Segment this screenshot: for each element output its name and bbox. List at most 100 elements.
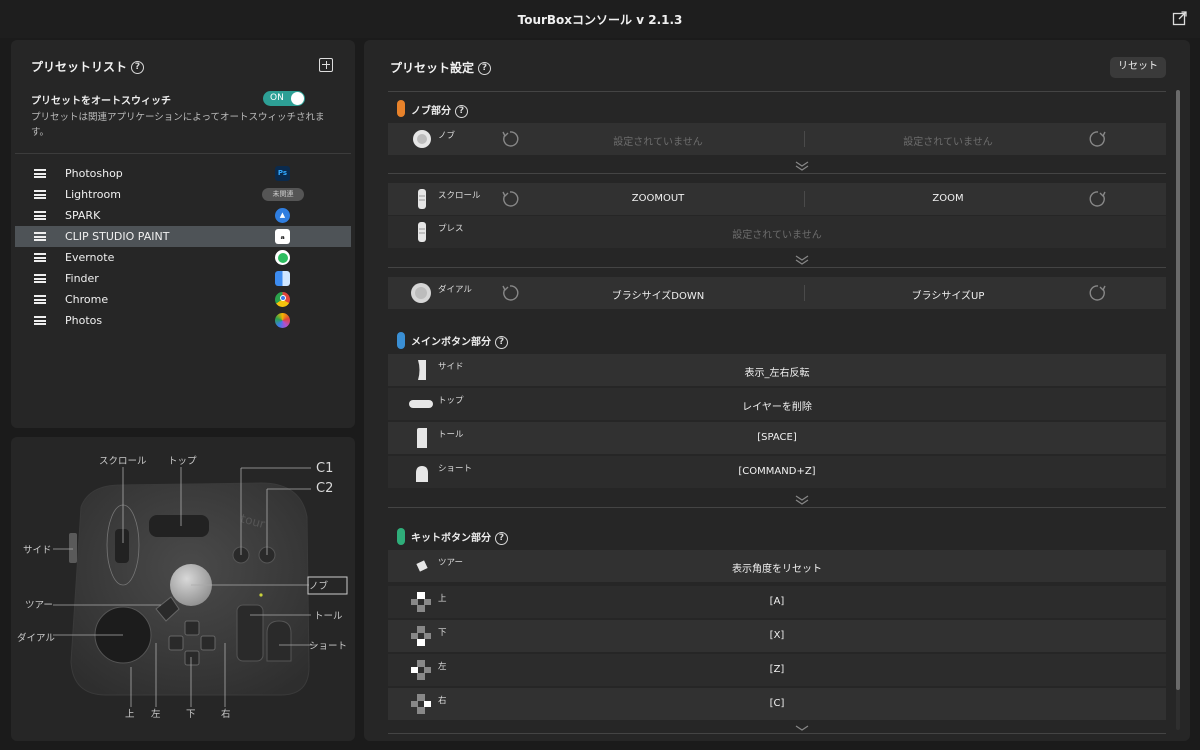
dial-right-action[interactable]: ブラシサイズUP [828, 287, 1068, 302]
tour-button-row[interactable]: ツアー 表示角度をリセット [388, 550, 1166, 582]
rotate-cw-icon [1089, 131, 1106, 147]
drag-handle-icon[interactable] [34, 211, 46, 220]
drag-handle-icon[interactable] [34, 295, 46, 304]
side-button-row[interactable]: サイド 表示_左右反転 [388, 354, 1166, 386]
preset-row-photos[interactable]: Photos [15, 310, 351, 331]
toggle-label: ON [270, 93, 284, 103]
drag-handle-icon[interactable] [34, 316, 46, 325]
drag-handle-icon[interactable] [34, 253, 46, 262]
tall-button-action[interactable]: [SPACE] [388, 432, 1166, 443]
dial-icon [411, 283, 431, 303]
tourbox-device-illustration: tour [53, 467, 348, 707]
preset-row-finder[interactable]: Finder [15, 268, 351, 289]
short-button-row[interactable]: ショート [COMMAND+Z] [388, 456, 1166, 488]
side-button-action[interactable]: 表示_左右反転 [388, 364, 1166, 379]
preset-list-title-text: プリセットリスト [31, 60, 128, 74]
rotate-ccw-icon [502, 285, 519, 301]
chrome-icon [275, 292, 290, 307]
add-preset-button[interactable] [319, 58, 333, 72]
top-button-row[interactable]: トップ レイヤーを削除 [388, 388, 1166, 420]
control-name: スクロール [438, 191, 481, 201]
preset-row-photoshop[interactable]: Photoshop Ps [15, 163, 351, 184]
main-section-marker [397, 332, 405, 349]
preset-row-evernote[interactable]: Evernote [15, 247, 351, 268]
label-c2: C2 [316, 481, 334, 496]
drag-handle-icon[interactable] [34, 232, 46, 241]
finder-icon [275, 271, 290, 286]
help-icon[interactable]: ? [495, 335, 508, 349]
preset-row-lightroom[interactable]: Lightroom 未関連 [15, 184, 351, 205]
dpad-right-action[interactable]: [C] [388, 698, 1166, 709]
main-section-title: メインボタン部分? [411, 333, 508, 349]
knob-row[interactable]: ノブ 設定されていません 設定されていません [388, 123, 1166, 155]
help-icon[interactable]: ? [495, 531, 508, 545]
scroll-press-action[interactable]: 設定されていません [388, 226, 1166, 241]
scrollbar-thumb[interactable] [1176, 90, 1180, 690]
settings-title: プリセット設定? [390, 59, 492, 76]
top-button-action[interactable]: レイヤーを削除 [388, 398, 1166, 413]
tour-button-action[interactable]: 表示角度をリセット [388, 560, 1166, 575]
scroll-right-action[interactable]: ZOOM [828, 193, 1068, 204]
knob-left-action[interactable]: 設定されていません [538, 133, 778, 148]
dial-left-action[interactable]: ブラシサイズDOWN [538, 287, 778, 302]
knob-right-action[interactable]: 設定されていません [828, 133, 1068, 148]
preset-name: Evernote [65, 251, 115, 264]
drag-handle-icon[interactable] [34, 274, 46, 283]
auto-switch-toggle[interactable]: ON [263, 91, 305, 106]
knob-section-title: ノブ部分? [411, 102, 468, 118]
short-button-action[interactable]: [COMMAND+Z] [388, 466, 1166, 477]
settings-title-text: プリセット設定 [390, 61, 475, 75]
dial-row[interactable]: ダイアル ブラシサイズDOWN ブラシサイズUP [388, 277, 1166, 309]
label-top: トップ [168, 456, 197, 467]
divider [388, 173, 1166, 174]
divider [15, 153, 351, 154]
scroll-left-action[interactable]: ZOOMOUT [538, 193, 778, 204]
preset-name: Photos [65, 314, 103, 327]
help-icon[interactable]: ? [131, 61, 145, 74]
divider [388, 267, 1166, 268]
divider [804, 131, 805, 147]
divider [388, 91, 1166, 92]
dpad-left-action[interactable]: [Z] [388, 664, 1166, 675]
scroll-row[interactable]: スクロール ZOOMOUT ZOOM [388, 183, 1166, 215]
preset-name: CLIP STUDIO PAINT [65, 230, 170, 243]
drag-handle-icon[interactable] [34, 190, 46, 199]
expand-chevron-icon[interactable] [795, 161, 809, 171]
help-icon[interactable]: ? [478, 62, 492, 75]
preset-row-clip-studio-paint[interactable]: CLIP STUDIO PAINT ₐ [15, 226, 351, 247]
unlinked-badge: 未関連 [262, 188, 304, 201]
rotate-cw-icon [1089, 191, 1106, 207]
preset-list-title: プリセットリスト? [31, 58, 145, 75]
drag-handle-icon[interactable] [34, 169, 46, 178]
help-icon[interactable]: ? [455, 104, 468, 118]
dpad-down-row[interactable]: 下 [X] [388, 620, 1166, 652]
preset-list-panel: プリセットリスト? プリセットをオートスウィッチ ON プリセットは関連アプリケ… [11, 40, 355, 428]
external-window-icon[interactable] [1172, 10, 1188, 26]
expand-chevron-icon[interactable] [795, 255, 809, 265]
control-name: ノブ [438, 131, 456, 141]
dpad-left-row[interactable]: 左 [Z] [388, 654, 1166, 686]
label-knob[interactable]: ノブ [309, 578, 328, 592]
section-title-text: メインボタン部分 [411, 337, 491, 348]
auto-switch-label: プリセットをオートスウィッチ [31, 96, 171, 107]
preset-row-chrome[interactable]: Chrome [15, 289, 351, 310]
dpad-up-row[interactable]: 上 [A] [388, 586, 1166, 618]
rotate-ccw-icon [502, 131, 519, 147]
dpad-down-action[interactable]: [X] [388, 630, 1166, 641]
dpad-up-action[interactable]: [A] [388, 596, 1166, 607]
section-title-text: ノブ部分 [411, 106, 451, 117]
divider [804, 285, 805, 301]
scroll-press-row[interactable]: プレス 設定されていません [388, 216, 1166, 248]
kit-section-title: キットボタン部分? [411, 529, 508, 545]
dpad-right-row[interactable]: 右 [C] [388, 688, 1166, 720]
divider [388, 507, 1166, 508]
preset-name: Finder [65, 272, 99, 285]
preset-row-spark[interactable]: SPARK ▲ [15, 205, 351, 226]
tall-button-row[interactable]: トール [SPACE] [388, 422, 1166, 454]
preset-settings-panel: プリセット設定? リセット ノブ部分? ノブ 設定されていません 設定されていま… [364, 40, 1190, 741]
expand-chevron-icon[interactable] [795, 495, 809, 505]
label-c1: C1 [316, 461, 334, 476]
preset-name: SPARK [65, 209, 101, 222]
reset-button[interactable]: リセット [1110, 57, 1166, 78]
evernote-icon [275, 250, 290, 265]
